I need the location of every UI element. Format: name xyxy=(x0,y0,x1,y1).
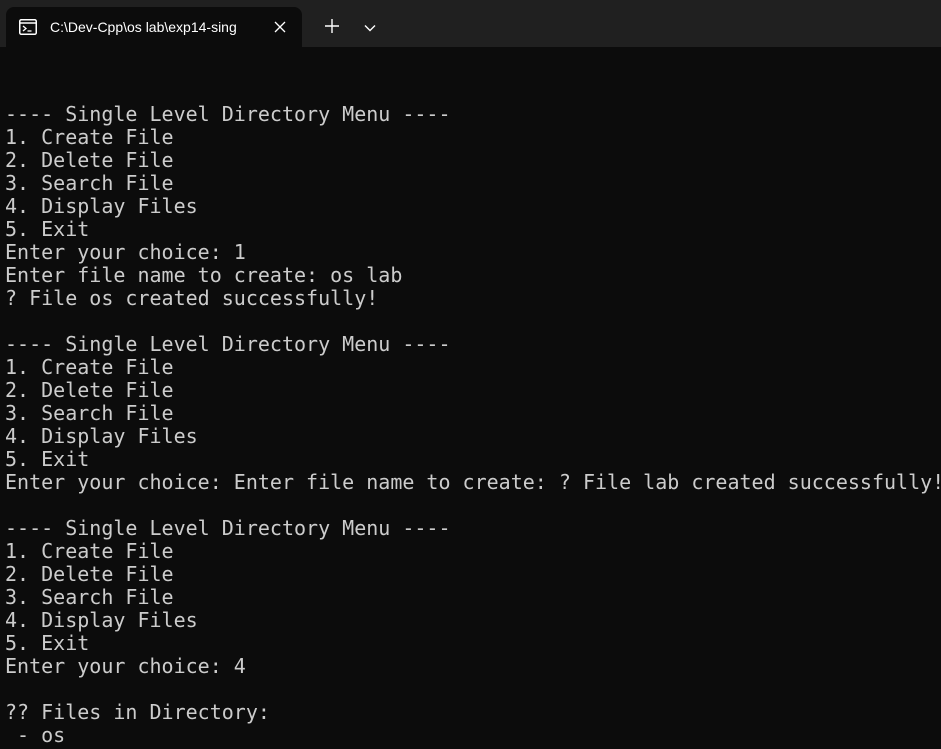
console-line: 5. Exit xyxy=(5,217,90,241)
console-line: 4. Display Files xyxy=(5,424,198,448)
console-line: 2. Delete File xyxy=(5,378,174,402)
console-line: ---- Single Level Directory Menu ---- xyxy=(5,102,451,126)
console-line: Enter your choice: 4 xyxy=(5,654,246,678)
console-icon xyxy=(18,17,38,37)
console-line: 2. Delete File xyxy=(5,148,174,172)
plus-icon xyxy=(325,18,339,38)
console-line: ---- Single Level Directory Menu ---- xyxy=(5,332,451,356)
console-line: 3. Search File xyxy=(5,585,174,609)
tab-dropdown-button[interactable] xyxy=(356,14,384,42)
console-line: 4. Display Files xyxy=(5,608,198,632)
console-line: 5. Exit xyxy=(5,631,90,655)
terminal-window: C:\Dev-Cpp\os lab\exp14-sing ---- Single xyxy=(0,0,941,749)
console-line: 5. Exit xyxy=(5,447,90,471)
console-line: 1. Create File xyxy=(5,539,174,563)
console-line: 3. Search File xyxy=(5,401,174,425)
console-line: Enter file name to create: os lab xyxy=(5,263,403,287)
close-icon[interactable] xyxy=(270,17,290,37)
tab-title: C:\Dev-Cpp\os lab\exp14-sing xyxy=(50,19,237,35)
console-line: - os xyxy=(5,723,66,747)
console-line: 4. Display Files xyxy=(5,194,198,218)
console-line: Enter your choice: 1 xyxy=(5,240,246,264)
console-line: 2. Delete File xyxy=(5,562,174,586)
console-line: ? File os created successfully! xyxy=(5,286,379,310)
console-line: ?? Files in Directory: xyxy=(5,700,270,724)
console-line: 1. Create File xyxy=(5,355,174,379)
console-line: ---- Single Level Directory Menu ---- xyxy=(5,516,451,540)
new-tab-button[interactable] xyxy=(318,14,346,42)
title-bar: C:\Dev-Cpp\os lab\exp14-sing xyxy=(0,0,941,47)
chevron-down-icon xyxy=(364,19,376,37)
console-line: 3. Search File xyxy=(5,171,174,195)
console-line: Enter your choice: Enter file name to cr… xyxy=(5,470,941,494)
console-line: 1. Create File xyxy=(5,125,174,149)
terminal-tab[interactable]: C:\Dev-Cpp\os lab\exp14-sing xyxy=(6,7,302,47)
console-output[interactable]: ---- Single Level Directory Menu ---- 1. … xyxy=(5,80,941,749)
